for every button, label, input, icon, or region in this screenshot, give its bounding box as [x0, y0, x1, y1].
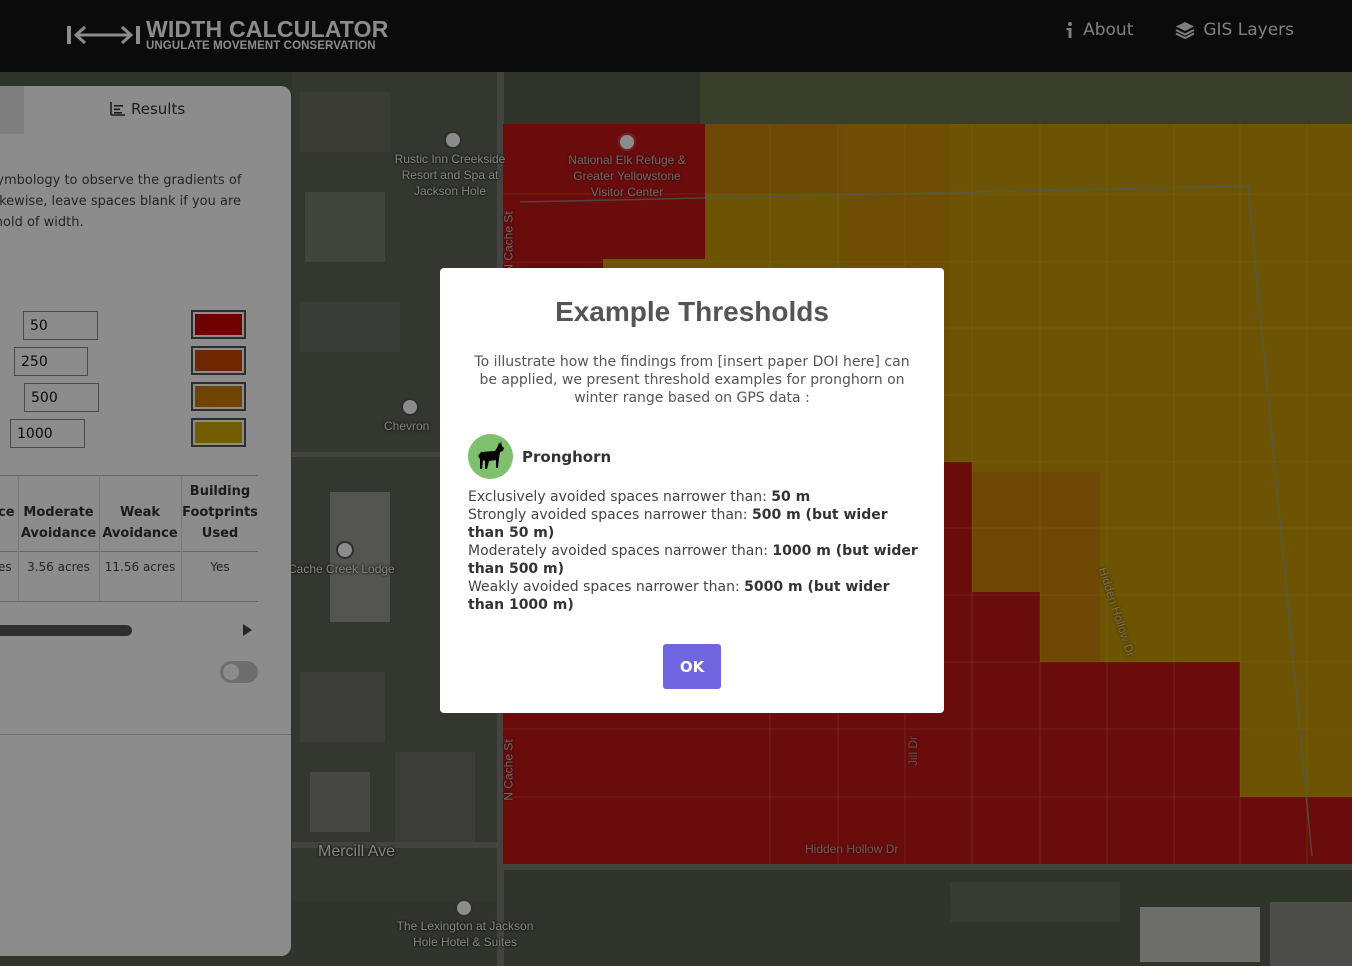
ok-button[interactable]: OK — [663, 644, 721, 689]
threshold-item: Moderately avoided spaces narrower than:… — [468, 543, 918, 577]
pronghorn-icon — [468, 434, 513, 479]
species-name: Pronghorn — [522, 447, 612, 466]
threshold-item: Exclusively avoided spaces narrower than… — [468, 489, 811, 505]
dialog-title: Example Thresholds — [555, 296, 829, 327]
dialog-description: To illustrate how the findings from [ins… — [474, 354, 910, 406]
species-header: Pronghorn — [468, 434, 611, 479]
example-thresholds-dialog: Example Thresholds To illustrate how the… — [440, 268, 944, 713]
threshold-item: Strongly avoided spaces narrower than: 5… — [468, 507, 888, 541]
threshold-list: Exclusively avoided spaces narrower than… — [468, 488, 918, 614]
threshold-item: Weakly avoided spaces narrower than: 500… — [468, 579, 890, 613]
